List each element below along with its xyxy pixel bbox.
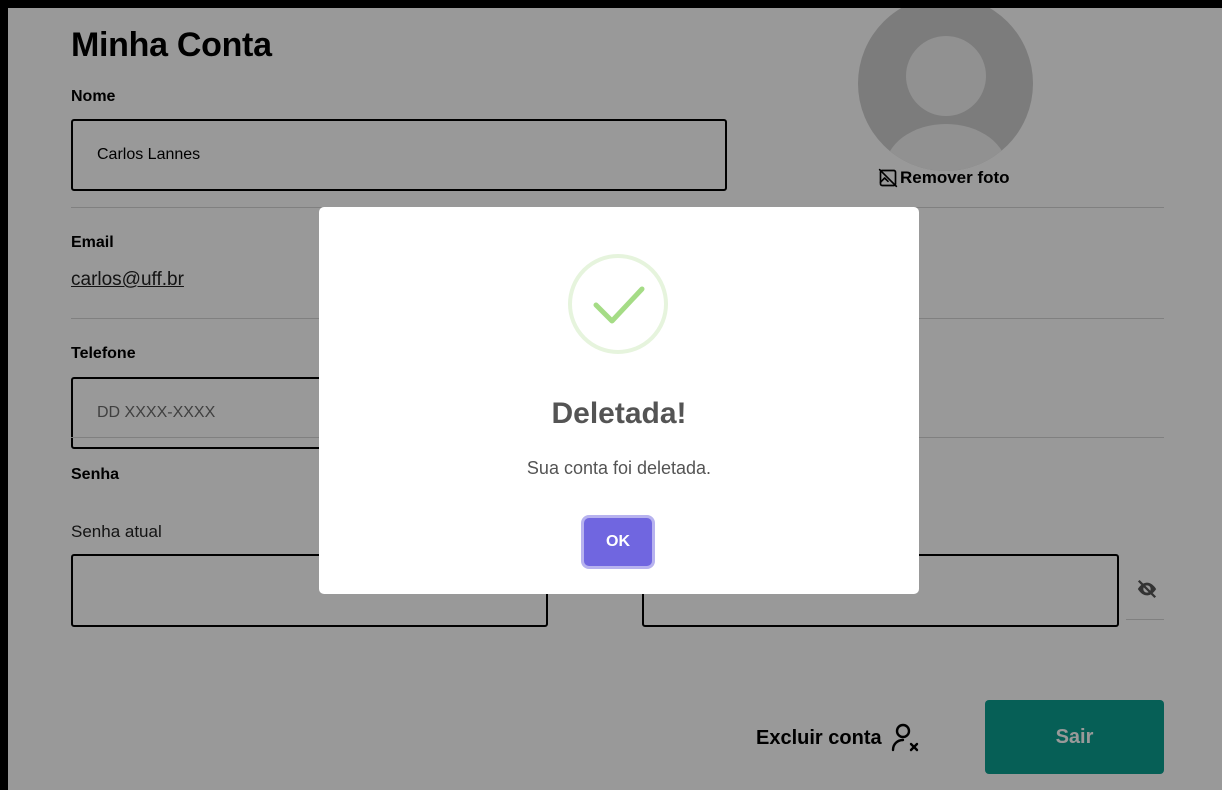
ok-button[interactable]: OK	[584, 518, 652, 566]
dialog-message: Sua conta foi deletada.	[526, 458, 712, 478]
app-window: Minha Conta Nome Remover foto Email carl…	[8, 8, 1222, 790]
dialog-title: Deletada!	[551, 397, 687, 430]
success-dialog: Deletada! Sua conta foi deletada. OK	[319, 207, 919, 594]
success-check-icon	[568, 254, 668, 354]
